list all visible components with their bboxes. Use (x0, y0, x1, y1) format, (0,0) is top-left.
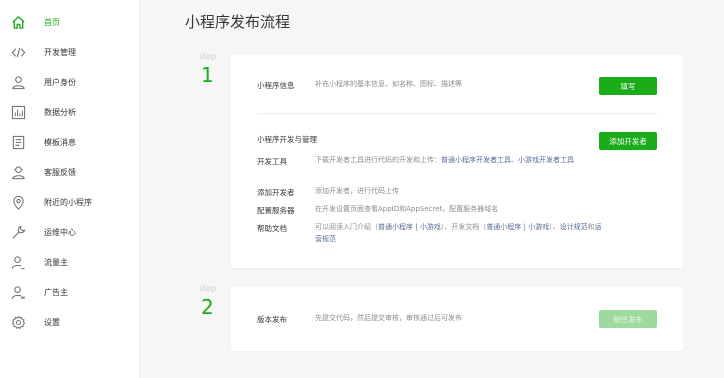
main-content: 小程序发布流程 step 1 小程序信息 补充小程序的基本信息，如名称、图标、描… (141, 0, 724, 378)
sidebar-item-template-messages[interactable]: 模板消息 (0, 131, 140, 153)
code-icon (10, 44, 26, 60)
add-developer-button[interactable]: 添加开发者 (599, 132, 657, 150)
docs-minigame-link[interactable]: 小游戏 (528, 223, 549, 231)
dev-management-title: 小程序开发与管理 (257, 135, 317, 144)
document-icon (10, 134, 26, 150)
step-1-label: step (199, 52, 217, 61)
sidebar-item-ops-center[interactable]: 运维中心 (0, 221, 140, 243)
user-traffic-icon (10, 254, 26, 270)
sidebar-item-label: 客服反馈 (44, 167, 76, 177)
sidebar-item-settings[interactable]: 设置 (0, 311, 140, 333)
step-2-label: step (199, 284, 217, 293)
step-2-number: 2 (201, 295, 214, 319)
release-desc: 先提交代码，然后提交审核，审核通过后可发布 (315, 314, 462, 322)
sidebar-item-home[interactable]: 首页 (0, 11, 140, 33)
sidebar-item-label: 附近的小程序 (44, 197, 92, 207)
server-config-desc: 在开发设置页面查看AppID和AppSecret，配置服务器域名 (315, 205, 499, 213)
miniprogram-info-title: 小程序信息 (257, 81, 295, 90)
help-docs-desc: 可以阅读入门介绍（普通小程序 | 小游戏）、开发文档（普通小程序 | 小游戏）、… (315, 223, 602, 243)
sidebar-item-label: 设置 (44, 317, 60, 327)
sidebar-item-label: 首页 (44, 17, 60, 27)
sidebar-item-customer-feedback[interactable]: 客服反馈 (0, 161, 140, 183)
miniprogram-info-desc: 补充小程序的基本信息，如名称、图标、描述等 (315, 80, 462, 88)
sidebar-item-advertiser[interactable]: 广告主 (0, 281, 140, 303)
sidebar-item-label: 模板消息 (44, 137, 76, 147)
step-1-card: 小程序信息 补充小程序的基本信息，如名称、图标、描述等 填写 小程序开发与管理 … (231, 55, 683, 268)
sidebar-item-nearby-miniprograms[interactable]: 附近的小程序 (0, 191, 140, 213)
sidebar-item-traffic-owner[interactable]: 流量主 (0, 251, 140, 273)
release-title: 版本发布 (257, 315, 287, 324)
home-icon (10, 14, 26, 30)
sidebar-item-label: 数据分析 (44, 107, 76, 117)
sidebar-item-dev-management[interactable]: 开发管理 (0, 41, 140, 63)
help-docs-label: 帮助文档 (257, 224, 287, 233)
add-developer-desc: 添加开发者，进行代码上传 (315, 187, 399, 195)
sidebar-item-label: 流量主 (44, 257, 68, 267)
step-2-card: 版本发布 先提交代码，然后提交审核，审核通过后可发布 前往发布 (231, 287, 683, 351)
minigame-devtools-link[interactable]: 小游戏开发者工具 (518, 156, 574, 164)
user-ad-icon (10, 284, 26, 300)
location-pin-icon (10, 194, 26, 210)
chart-icon (10, 104, 26, 120)
sidebar-item-label: 广告主 (44, 287, 68, 297)
sidebar: 首页 开发管理 用户身份 数据分析 模板消息 客服反馈 附近的小程序 运维中心 … (0, 0, 140, 378)
miniprogram-devtools-link[interactable]: 普通小程序开发者工具 (441, 156, 511, 164)
server-config-label: 配置服务器 (257, 206, 295, 215)
step-1-number: 1 (201, 63, 214, 87)
sidebar-item-label: 开发管理 (44, 47, 76, 57)
intro-minigame-link[interactable]: 小游戏 (420, 223, 441, 231)
dev-tools-desc: 下载开发者工具进行代码的开发和上传：普通小程序开发者工具、小游戏开发者工具 (315, 156, 574, 164)
add-developer-label: 添加开发者 (257, 188, 295, 197)
intro-miniprogram-link[interactable]: 普通小程序 (378, 223, 413, 231)
docs-miniprogram-link[interactable]: 普通小程序 (486, 223, 521, 231)
divider (257, 113, 657, 114)
sidebar-item-data-analysis[interactable]: 数据分析 (0, 101, 140, 123)
wrench-icon (10, 224, 26, 240)
design-guidelines-link[interactable]: 设计规范 (560, 223, 588, 231)
dev-tools-label: 开发工具 (257, 157, 287, 166)
headset-icon (10, 164, 26, 180)
sidebar-item-label: 用户身份 (44, 77, 76, 87)
sidebar-item-user-identity[interactable]: 用户身份 (0, 71, 140, 93)
go-release-button[interactable]: 前往发布 (599, 310, 657, 328)
gear-icon (10, 314, 26, 330)
page-title: 小程序发布流程 (185, 13, 291, 31)
user-icon (10, 74, 26, 90)
sidebar-item-label: 运维中心 (44, 227, 76, 237)
fill-info-button[interactable]: 填写 (599, 77, 657, 95)
